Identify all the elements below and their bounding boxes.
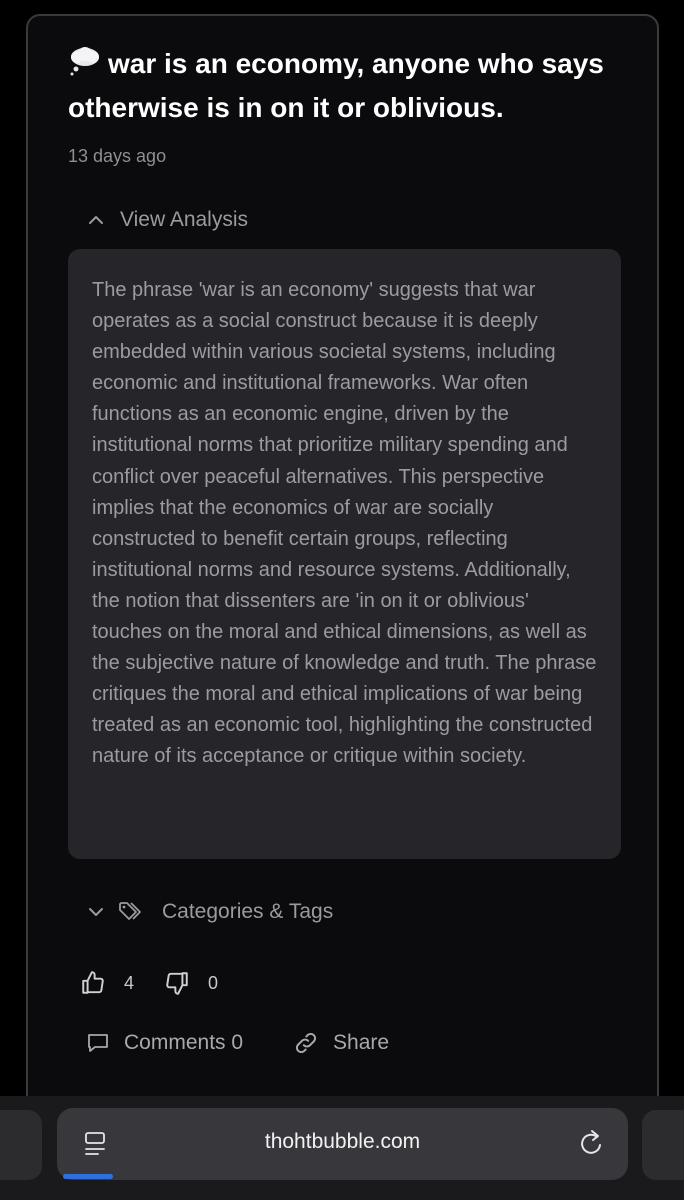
tag-icon — [119, 902, 141, 920]
share-button[interactable]: Share — [293, 1030, 389, 1056]
view-analysis-toggle[interactable]: View Analysis — [88, 208, 248, 232]
downvote-count: 0 — [208, 972, 219, 993]
upvote-count: 4 — [124, 972, 135, 993]
comment-icon — [88, 1034, 108, 1052]
thumbs-down-icon[interactable] — [164, 970, 190, 996]
analysis-text: The phrase 'war is an economy' suggests … — [92, 279, 597, 768]
vote-row: 4 0 — [80, 970, 248, 996]
link-icon — [296, 1032, 317, 1054]
chevron-down-icon — [89, 908, 103, 916]
next-tab[interactable] — [642, 1110, 684, 1180]
thumbs-up-icon[interactable] — [80, 970, 106, 996]
url-text: thohtbubble.com — [264, 1130, 421, 1153]
thought-bubble-icon — [70, 47, 99, 76]
post-timestamp: 13 days ago — [68, 146, 167, 166]
categories-tags-label: Categories & Tags — [162, 900, 334, 923]
action-row: Comments 0 Share — [86, 1030, 389, 1056]
post-title-text: war is an economy, anyone who says other… — [68, 48, 604, 123]
comments-label: Comments 0 — [124, 1031, 244, 1054]
chevron-up-icon — [89, 216, 103, 224]
reload-icon[interactable] — [578, 1128, 606, 1158]
previous-tab[interactable] — [0, 1110, 42, 1180]
tab-indicator — [63, 1174, 113, 1179]
categories-tags-toggle[interactable]: Categories & Tags — [88, 900, 333, 924]
view-analysis-label: View Analysis — [120, 208, 249, 231]
analysis-panel: The phrase 'war is an economy' suggests … — [68, 249, 621, 859]
address-bar[interactable]: thohtbubble.com — [57, 1108, 628, 1180]
comments-button[interactable]: Comments 0 — [86, 1031, 243, 1055]
post-title: war is an economy, anyone who says other… — [68, 42, 628, 130]
share-label: Share — [333, 1031, 390, 1054]
post-card: war is an economy, anyone who says other… — [26, 14, 659, 1134]
